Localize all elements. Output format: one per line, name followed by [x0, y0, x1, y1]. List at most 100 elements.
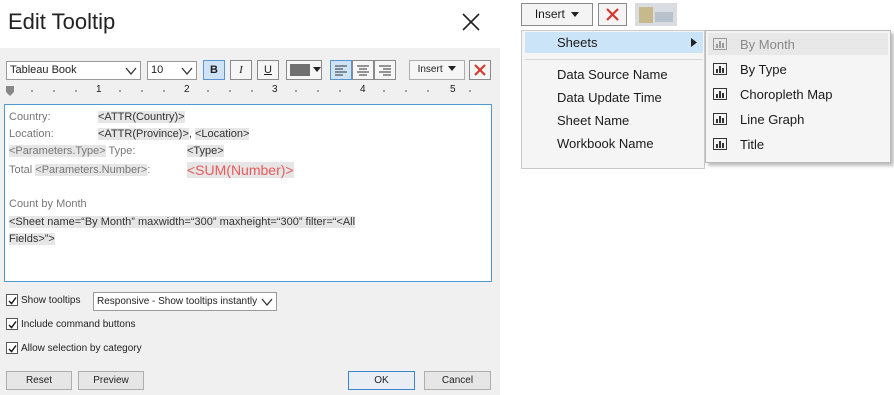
- background-image-fragment: [655, 12, 673, 22]
- font-family-select[interactable]: Tableau Book: [6, 61, 141, 80]
- submenu-item-line-graph[interactable]: Line Graph: [708, 108, 888, 130]
- ruler-ticks: [4, 83, 492, 99]
- province-field: <ATTR(Province)>: [98, 128, 189, 140]
- background-image: [635, 3, 677, 26]
- color-swatch: [290, 64, 310, 76]
- align-center-button[interactable]: [352, 60, 374, 80]
- submenu-item-label: By Type: [740, 62, 787, 77]
- delete-button[interactable]: [598, 3, 627, 26]
- insert-menu-strip: Insert: [519, 0, 894, 30]
- text-color-button[interactable]: [286, 60, 322, 80]
- show-tooltips-label: Show tooltips: [21, 295, 81, 306]
- type-label: <Parameters.Type> Type:: [9, 145, 135, 157]
- total-colon: :: [147, 164, 151, 176]
- align-left-icon: [335, 65, 347, 76]
- country-field: <ATTR(Country)>: [98, 111, 185, 123]
- show-tooltips-checkbox[interactable]: [6, 294, 18, 306]
- menu-item-sheets[interactable]: Sheets: [525, 32, 703, 53]
- menu-item-workbook-name[interactable]: Workbook Name: [525, 133, 703, 154]
- submenu-item-choropleth-map[interactable]: Choropleth Map: [708, 83, 888, 105]
- clear-button[interactable]: [469, 60, 491, 80]
- menu-item-sheet-name[interactable]: Sheet Name: [525, 110, 703, 131]
- tooltip-mode-value: Responsive - Show tooltips instantly: [97, 296, 258, 307]
- menu-item-label: Data Update Time: [557, 90, 662, 105]
- submenu-item-label: By Month: [740, 37, 795, 52]
- submenu-item-by-type[interactable]: By Type: [708, 58, 888, 80]
- location-label: Location:: [9, 128, 54, 140]
- font-family-value: Tableau Book: [10, 64, 77, 76]
- ruler: 1 2 3 4 5: [4, 83, 492, 99]
- font-size-select[interactable]: 10: [147, 61, 197, 80]
- caret-down-icon: [313, 67, 321, 72]
- location-fields: <ATTR(Province)>, <Location>: [98, 128, 250, 140]
- underline-button[interactable]: U: [257, 60, 279, 80]
- font-size-value: 10: [151, 64, 164, 76]
- include-command-label: Include command buttons: [21, 319, 136, 330]
- reset-button[interactable]: Reset: [6, 371, 72, 390]
- align-right-icon: [379, 65, 391, 76]
- allow-selection-checkbox[interactable]: [6, 342, 18, 354]
- chevron-down-icon: [125, 67, 137, 76]
- caret-down-icon: [448, 66, 457, 71]
- bar-chart-icon: [713, 63, 727, 75]
- include-command-checkbox[interactable]: [6, 318, 18, 330]
- number-parameter-field: <Parameters.Number>: [35, 164, 148, 176]
- menu-separator: [525, 59, 703, 60]
- total-label: Total <Parameters.Number>:: [9, 164, 150, 176]
- insert-label: Insert: [417, 64, 443, 75]
- close-icon[interactable]: [459, 10, 483, 34]
- sheets-submenu: By Month By Type Choropleth Map Line Gra…: [705, 30, 891, 163]
- menu-item-data-source-name[interactable]: Data Source Name: [525, 64, 703, 85]
- submenu-item-label: Line Graph: [740, 112, 805, 127]
- align-right-button[interactable]: [374, 60, 396, 80]
- ruler-tick-3: 3: [272, 84, 278, 95]
- title-bar: Edit Tooltip: [0, 0, 500, 48]
- bold-button[interactable]: B: [203, 60, 225, 80]
- ruler-tick-2: 2: [184, 84, 190, 95]
- ok-button[interactable]: OK: [348, 371, 415, 390]
- submenu-item-by-month[interactable]: By Month: [708, 33, 888, 55]
- checkmark-icon: [8, 321, 17, 329]
- insert-button[interactable]: Insert: [409, 60, 465, 80]
- triangle-right-icon: [691, 38, 697, 47]
- bar-chart-icon: [713, 113, 727, 125]
- menu-item-label: Sheet Name: [557, 113, 630, 128]
- location-field: <Location>: [195, 128, 250, 140]
- italic-button[interactable]: I: [230, 60, 252, 80]
- align-left-button[interactable]: [330, 60, 352, 80]
- submenu-item-label: Title: [740, 137, 765, 152]
- bar-chart-icon: [713, 38, 727, 50]
- count-by-month-text: Count by Month: [9, 198, 87, 210]
- caret-down-icon: [571, 12, 580, 17]
- country-label: Country:: [9, 111, 51, 123]
- type-parameter-field: <Parameters.Type>: [9, 145, 106, 157]
- chevron-down-icon: [181, 67, 193, 76]
- ruler-tick-4: 4: [360, 84, 366, 95]
- submenu-item-title[interactable]: Title: [708, 133, 888, 155]
- align-center-icon: [357, 65, 369, 76]
- bar-chart-icon: [713, 138, 727, 150]
- menu-item-sheets-label: Sheets: [557, 35, 598, 50]
- chevron-down-icon: [261, 298, 273, 307]
- sheet-tag-line1: <Sheet name=“By Month” maxwidth=“300” ma…: [9, 216, 356, 228]
- ruler-tick-1: 1: [96, 84, 102, 95]
- sum-number-field: <SUM(Number)>: [187, 162, 294, 178]
- insert-menu: Sheets Data Source Name Data Update Time…: [521, 30, 705, 169]
- submenu-item-label: Choropleth Map: [740, 87, 833, 102]
- red-x-icon: [606, 8, 619, 21]
- background-image-fragment: [639, 7, 653, 23]
- menu-item-label: Data Source Name: [557, 67, 668, 82]
- insert-menu-label: Insert: [534, 7, 565, 21]
- edit-tooltip-dialog: Edit Tooltip Tableau Book 10 B I U Inser…: [0, 0, 500, 395]
- preview-button[interactable]: Preview: [78, 371, 144, 390]
- menu-item-label: Workbook Name: [557, 136, 654, 151]
- ruler-tick-5: 5: [450, 84, 456, 95]
- sheet-tag-line2: Fields>”>: [9, 233, 55, 245]
- menu-item-data-update-time[interactable]: Data Update Time: [525, 87, 703, 108]
- insert-menu-button[interactable]: Insert: [521, 3, 593, 26]
- tooltip-mode-select[interactable]: Responsive - Show tooltips instantly: [93, 292, 277, 311]
- dialog-title: Edit Tooltip: [8, 9, 116, 34]
- cancel-button[interactable]: Cancel: [424, 371, 491, 390]
- red-x-icon: [474, 64, 486, 76]
- tooltip-editor[interactable]: Country: <ATTR(Country)> Location: <ATTR…: [4, 104, 492, 282]
